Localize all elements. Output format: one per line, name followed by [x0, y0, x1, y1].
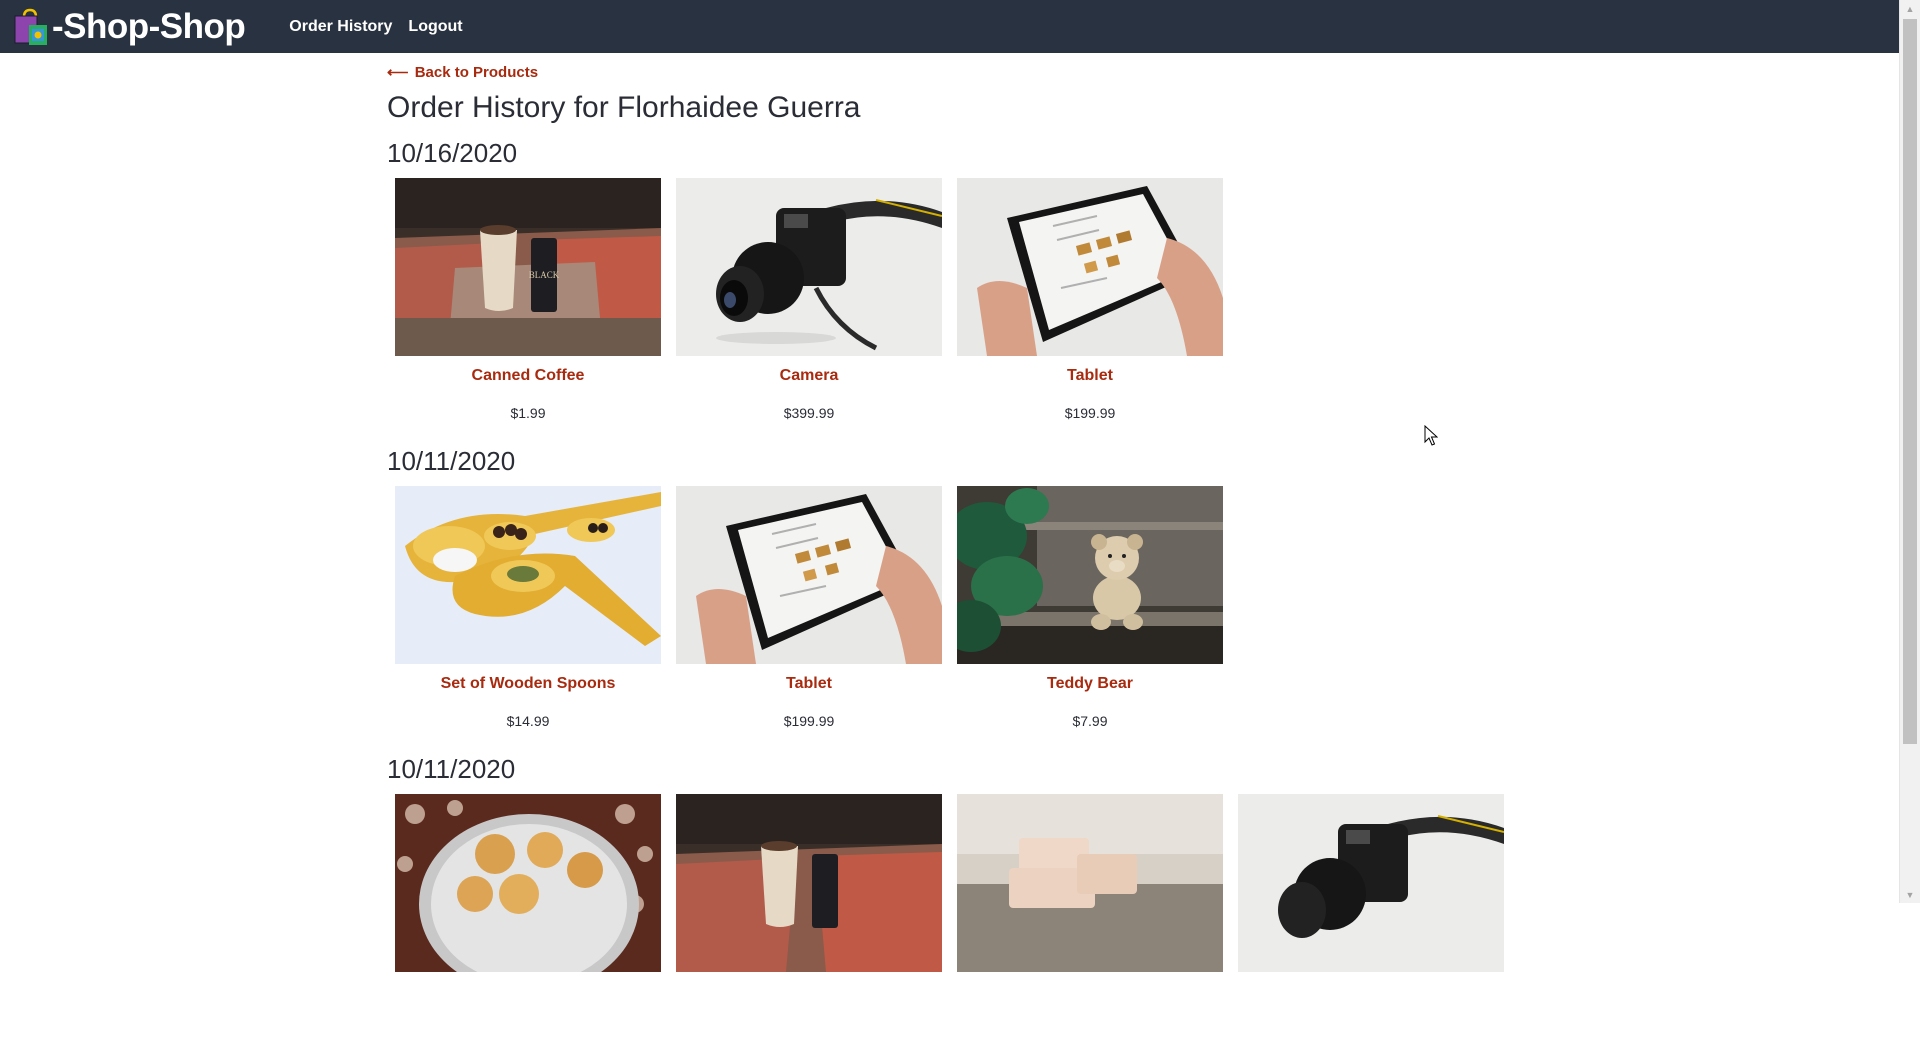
order-group: 10/16/2020 BLACK Canned Coffee $1.99 Cam… [387, 137, 1587, 422]
product-price: $199.99 [1064, 405, 1116, 421]
product-price [676, 1020, 942, 1038]
order-items: BLACK Canned Coffee $1.99 Camera $399.99… [387, 178, 1587, 422]
product-card: Camera $399.99 [676, 178, 942, 422]
product-card: Set of Wooden Spoons $14.99 [395, 486, 661, 730]
product-price: $199.99 [783, 713, 835, 729]
brand-link[interactable]: -Shop-Shop [11, 6, 246, 47]
product-card [1238, 794, 1504, 1038]
product-name[interactable] [676, 982, 942, 1002]
product-image-soap[interactable] [957, 794, 1223, 972]
product-image-tablet[interactable] [957, 178, 1223, 356]
product-card [395, 794, 661, 1038]
product-price: $399.99 [783, 405, 835, 421]
order-items [387, 794, 1587, 1038]
page-title: Order History for Florhaidee Guerra [387, 91, 861, 124]
order-date: 10/16/2020 [387, 138, 518, 168]
product-card: Teddy Bear $7.99 [957, 486, 1223, 730]
product-card: Tablet $199.99 [676, 486, 942, 730]
product-name[interactable]: Tablet [957, 366, 1223, 386]
back-link-label: Back to Products [414, 64, 539, 81]
shopping-bag-icon [14, 8, 47, 45]
product-name[interactable]: Camera [676, 366, 942, 386]
back-to-products-link[interactable]: ⟵ Back to Products [387, 63, 538, 81]
back-arrow-icon: ⟵ [387, 64, 409, 81]
product-image-canned-coffee[interactable] [676, 794, 942, 972]
product-name[interactable]: Teddy Bear [957, 674, 1223, 694]
product-name[interactable]: Canned Coffee [395, 366, 661, 386]
main-nav: Order History Logout [289, 18, 478, 36]
page-scrollbar[interactable]: ▲ ▼ [1899, 0, 1920, 903]
product-image-canned-coffee[interactable]: BLACK [395, 178, 661, 356]
order-history-page: ⟵ Back to Products Order History for Flo… [387, 53, 1587, 1038]
product-price: $14.99 [506, 713, 550, 729]
svg-text:BLACK: BLACK [529, 270, 560, 280]
order-items: Set of Wooden Spoons $14.99 Tablet $199.… [387, 486, 1587, 730]
product-price: $1.99 [510, 405, 546, 421]
product-name[interactable] [1238, 982, 1504, 1002]
order-group: 10/11/2020 [387, 753, 1587, 1038]
brand-title: -Shop-Shop [52, 6, 246, 46]
product-image-tablet[interactable] [676, 486, 942, 664]
product-name[interactable]: Tablet [676, 674, 942, 694]
product-card: Tablet $199.99 [957, 178, 1223, 422]
nav-order-history[interactable]: Order History [289, 18, 392, 36]
scrollbar-thumb[interactable] [1903, 19, 1917, 744]
nav-logout[interactable]: Logout [408, 18, 462, 36]
product-image-cookies[interactable] [395, 794, 661, 972]
scroll-up-icon[interactable]: ▲ [1900, 0, 1920, 17]
product-price [1238, 1020, 1504, 1038]
mouse-pointer-icon [1424, 425, 1438, 446]
product-image-camera[interactable] [676, 178, 942, 356]
top-navbar: -Shop-Shop Order History Logout [0, 0, 1920, 53]
product-image-camera[interactable] [1238, 794, 1504, 972]
product-price: $7.99 [1072, 713, 1108, 729]
order-group: 10/11/2020 [387, 445, 1587, 730]
scroll-down-icon[interactable]: ▼ [1900, 886, 1920, 903]
product-price [957, 1020, 1223, 1038]
product-image-wooden-spoons[interactable] [395, 486, 661, 664]
order-date: 10/11/2020 [387, 754, 516, 784]
order-date: 10/11/2020 [387, 446, 516, 476]
product-card: BLACK Canned Coffee $1.99 [395, 178, 661, 422]
product-card [957, 794, 1223, 1038]
product-name[interactable] [395, 982, 661, 1002]
product-name[interactable] [957, 982, 1223, 1002]
product-name[interactable]: Set of Wooden Spoons [395, 674, 661, 694]
product-image-teddy-bear[interactable] [957, 486, 1223, 664]
product-price [395, 1020, 661, 1038]
product-card [676, 794, 942, 1038]
